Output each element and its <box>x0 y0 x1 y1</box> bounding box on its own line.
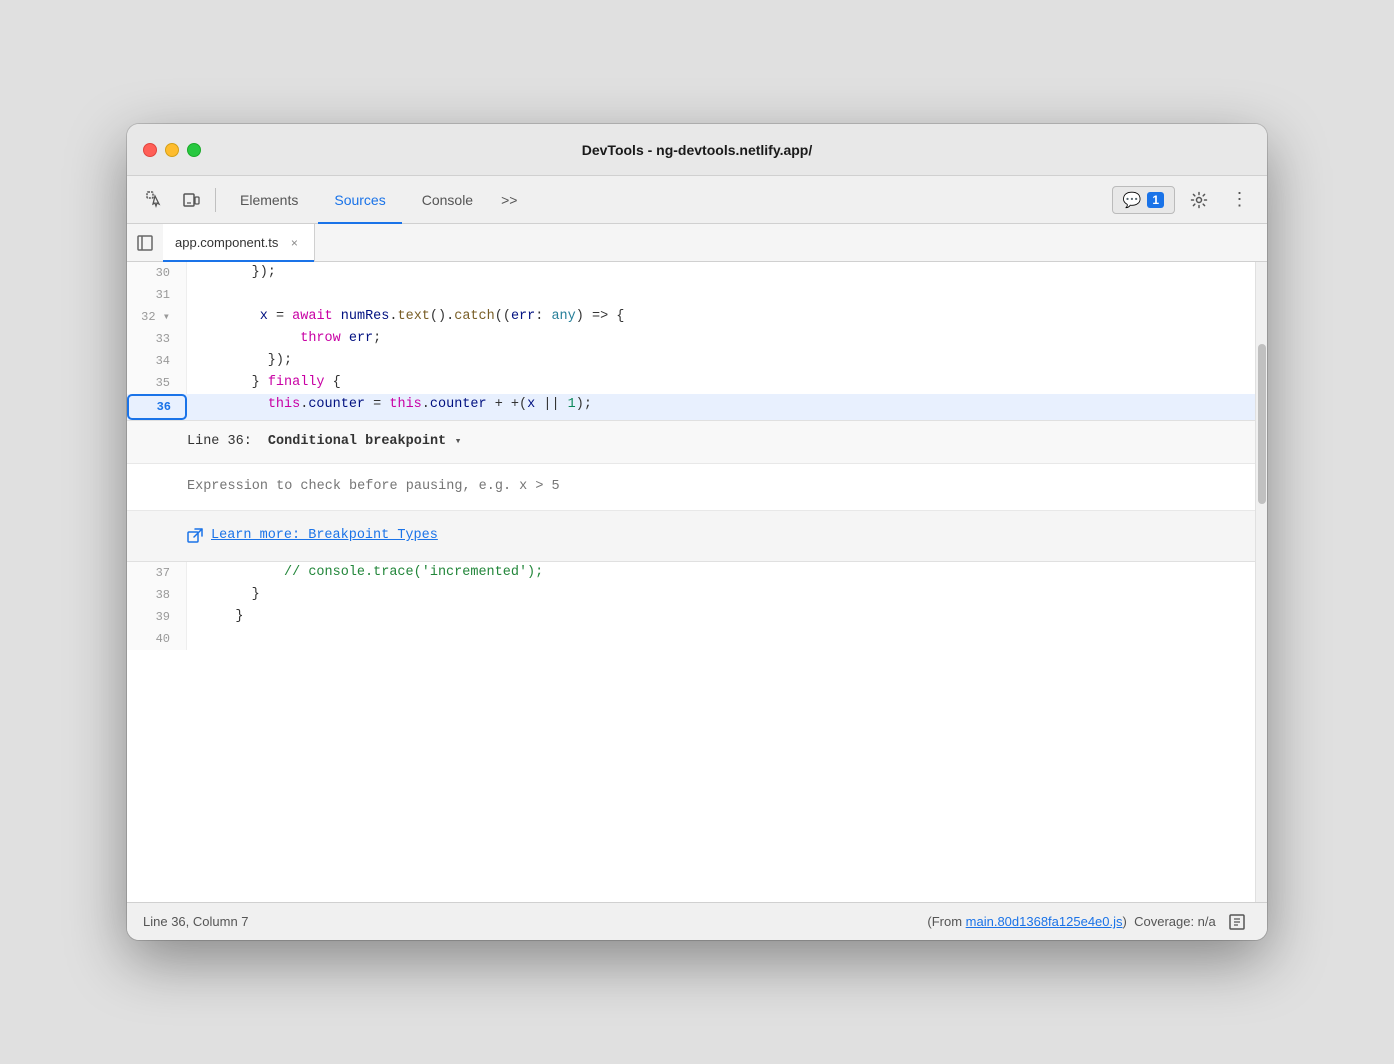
line-num-40: 40 <box>127 628 187 650</box>
code-line-30: 30 }); <box>127 262 1267 284</box>
editor-container: 30 }); 31 32 ▾ x = await numRes.text().c… <box>127 262 1267 902</box>
inspect-icon[interactable] <box>139 184 171 216</box>
code-line-39: 39 } <box>127 606 1267 628</box>
line-content-38: } <box>187 584 1267 606</box>
message-icon: 💬 <box>1123 191 1142 209</box>
line-content-36: this.counter = this.counter + +(x || 1); <box>187 394 1267 420</box>
code-line-31: 31 <box>127 284 1267 306</box>
file-tab-close[interactable]: × <box>286 235 302 251</box>
code-line-38: 38 } <box>127 584 1267 606</box>
line-num-37: 37 <box>127 562 187 584</box>
tab-sources[interactable]: Sources <box>318 176 401 224</box>
status-coverage: Coverage: n/a <box>1134 914 1216 929</box>
tab-console[interactable]: Console <box>406 176 489 224</box>
line-content-34: }); <box>187 350 1267 372</box>
line-content-30: }); <box>187 262 1267 284</box>
line-content-40 <box>187 628 1267 650</box>
breakpoint-popup: Line 36: Conditional breakpoint ▾ <box>127 420 1267 562</box>
status-position: Line 36, Column 7 <box>143 914 249 929</box>
devtools-window: DevTools - ng-devtools.netlify.app/ Elem… <box>127 124 1267 940</box>
external-link-icon <box>187 528 203 544</box>
traffic-lights <box>143 143 201 157</box>
code-editor[interactable]: 30 }); 31 32 ▾ x = await numRes.text().c… <box>127 262 1267 650</box>
settings-icon[interactable] <box>1183 184 1215 216</box>
toolbar: Elements Sources Console >> 💬 1 ⋮ <box>127 176 1267 224</box>
file-tab-app-component[interactable]: app.component.ts × <box>163 224 315 262</box>
line-content-31 <box>187 284 1267 306</box>
toolbar-right: 💬 1 ⋮ <box>1112 184 1255 216</box>
line-num-33: 33 <box>127 328 187 350</box>
scrollbar-thumb[interactable] <box>1258 344 1266 504</box>
device-icon[interactable] <box>175 184 207 216</box>
line-num-36: 36 <box>127 394 187 420</box>
status-source-link[interactable]: main.80d1368fa125e4e0.js <box>966 914 1123 929</box>
line-num-39: 39 <box>127 606 187 628</box>
code-line-35: 35 } finally { <box>127 372 1267 394</box>
line-num-30: 30 <box>127 262 187 284</box>
divider <box>215 188 216 212</box>
status-source-prefix: (From <box>927 914 965 929</box>
line-num-35: 35 <box>127 372 187 394</box>
code-line-33: 33 throw err; <box>127 328 1267 350</box>
line-content-39: } <box>187 606 1267 628</box>
code-line-34: 34 }); <box>127 350 1267 372</box>
line-num-38: 38 <box>127 584 187 606</box>
maximize-button[interactable] <box>187 143 201 157</box>
status-icon[interactable] <box>1223 908 1251 936</box>
close-button[interactable] <box>143 143 157 157</box>
line-num-32: 32 ▾ <box>127 306 187 328</box>
sidebar-toggle[interactable] <box>131 229 159 257</box>
line-content-33: throw err; <box>187 328 1267 350</box>
code-line-37: 37 // console.trace('incremented'); <box>127 562 1267 584</box>
code-line-36: 36 this.counter = this.counter + +(x || … <box>127 394 1267 420</box>
breakpoint-dropdown-arrow[interactable]: ▾ <box>448 431 461 453</box>
more-options-icon[interactable]: ⋮ <box>1223 184 1255 216</box>
line-num-34: 34 <box>127 350 187 372</box>
status-source: (From main.80d1368fa125e4e0.js) <box>927 914 1126 929</box>
tab-elements[interactable]: Elements <box>224 176 314 224</box>
scrollbar-track[interactable] <box>1255 262 1267 902</box>
status-source-suffix: ) <box>1123 914 1127 929</box>
code-line-32: 32 ▾ x = await numRes.text().catch((err:… <box>127 306 1267 328</box>
editor-main: 30 }); 31 32 ▾ x = await numRes.text().c… <box>127 262 1267 902</box>
file-tab-name: app.component.ts <box>175 235 278 250</box>
file-tabbar: app.component.ts × <box>127 224 1267 262</box>
line-content-35: } finally { <box>187 372 1267 394</box>
code-line-40: 40 <box>127 628 1267 650</box>
breakpoint-type: Conditional breakpoint <box>260 431 446 453</box>
message-count: 1 <box>1147 192 1164 208</box>
minimize-button[interactable] <box>165 143 179 157</box>
breakpoint-link-area: Learn more: Breakpoint Types <box>127 511 1267 561</box>
messages-badge-button[interactable]: 💬 1 <box>1112 186 1175 214</box>
line-content-37: // console.trace('incremented'); <box>187 562 1267 584</box>
window-title: DevTools - ng-devtools.netlify.app/ <box>582 142 813 158</box>
statusbar: Line 36, Column 7 (From main.80d1368fa12… <box>127 902 1267 940</box>
breakpoint-line-label: Line 36: <box>187 431 252 453</box>
breakpoint-expression-input[interactable] <box>187 479 1247 494</box>
breakpoint-input-area <box>127 464 1267 511</box>
line-content-32: x = await numRes.text().catch((err: any)… <box>187 306 1267 328</box>
breakpoint-learn-more-link[interactable]: Learn more: Breakpoint Types <box>211 525 438 547</box>
more-tabs[interactable]: >> <box>493 176 525 224</box>
line-num-31: 31 <box>127 284 187 306</box>
titlebar: DevTools - ng-devtools.netlify.app/ <box>127 124 1267 176</box>
breakpoint-header: Line 36: Conditional breakpoint ▾ <box>127 421 1267 464</box>
